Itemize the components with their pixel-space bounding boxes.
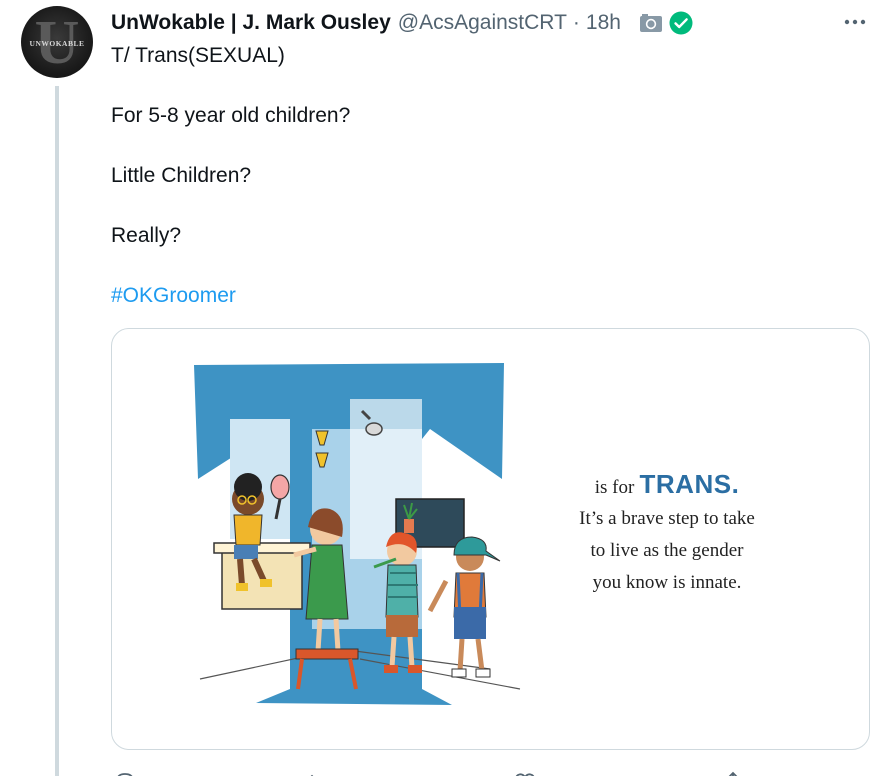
verified-check-icon	[669, 11, 693, 35]
avatar[interactable]: U UNWOKABLE	[21, 6, 93, 78]
caption-line: It’s a brave step to take	[579, 508, 755, 529]
tweet-line: Little Children?	[111, 164, 252, 187]
retweet-icon[interactable]	[307, 770, 331, 776]
caption-prefix: is for	[594, 477, 635, 498]
caption-keyword: TRANS.	[639, 469, 740, 499]
tweet-line: For 5-8 year old children?	[111, 104, 351, 127]
separator-dot: ·	[572, 11, 580, 34]
caption-line: to live as the gender	[590, 540, 744, 561]
heart-icon[interactable]	[513, 770, 537, 776]
share-icon[interactable]	[721, 770, 745, 776]
timestamp[interactable]: 18h	[586, 11, 621, 35]
display-name[interactable]: UnWokable | J. Mark Ousley	[111, 11, 391, 35]
tweet-header: UnWokable | J. Mark Ousley @AcsAgainstCR…	[111, 9, 693, 37]
reply-icon[interactable]	[113, 770, 137, 776]
tweet-line: Really?	[111, 224, 182, 247]
hashtag-link[interactable]: #OKGroomer	[111, 284, 236, 308]
camera-icon	[639, 13, 663, 33]
tweet-line: T/ Trans(SEXUAL)	[111, 44, 285, 67]
user-handle[interactable]: @AcsAgainstCRT	[398, 11, 567, 35]
caption-line: you know is innate.	[592, 572, 742, 593]
illustration-image	[194, 363, 521, 705]
thread-line	[55, 86, 59, 776]
avatar-brand-text: UNWOKABLE	[29, 39, 85, 48]
image-caption: is for TRANS. It’s a brave step to take …	[552, 469, 782, 599]
media-card[interactable]: is for TRANS. It’s a brave step to take …	[111, 328, 870, 750]
tweet-actions	[111, 764, 811, 776]
more-horizontal-icon[interactable]	[842, 9, 868, 35]
